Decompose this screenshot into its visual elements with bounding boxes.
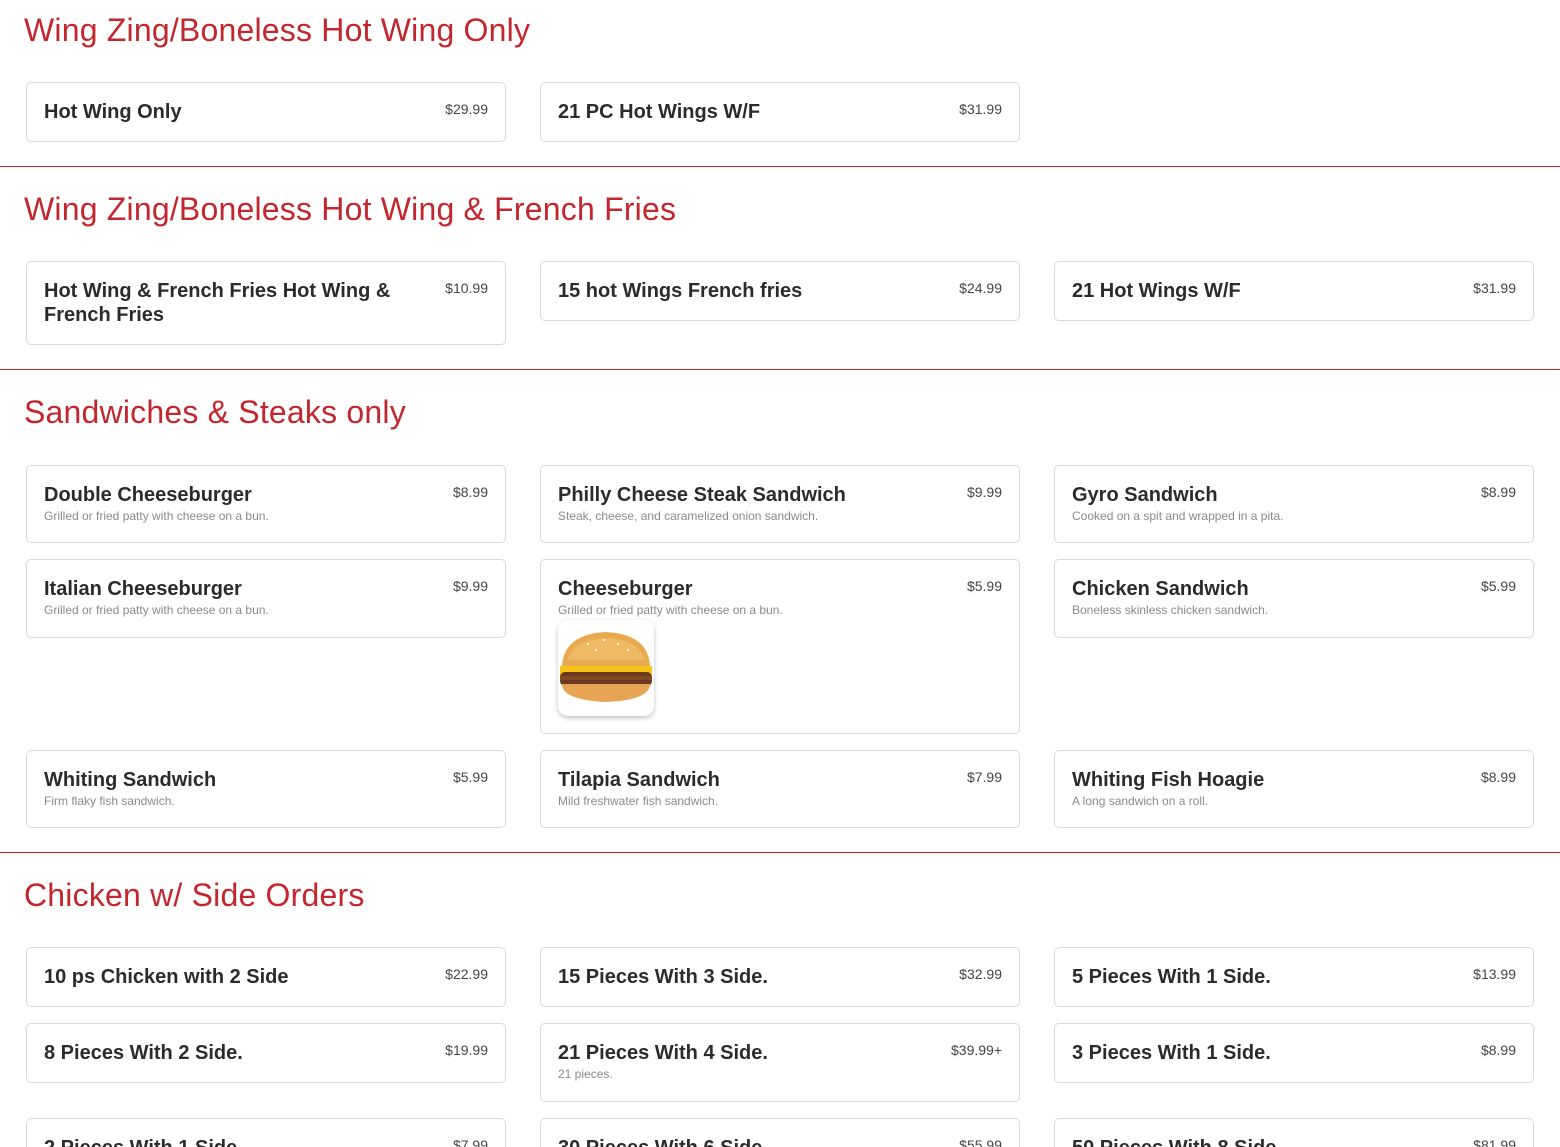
item-price: $5.99 [1480, 578, 1516, 594]
item-price: $7.99 [966, 769, 1002, 785]
item-name: Gyro Sandwich [1072, 484, 1218, 506]
item-name: Philly Cheese Steak Sandwich [558, 484, 846, 506]
item-description: Mild freshwater fish sandwich. [558, 794, 719, 808]
item-description: Grilled or fried patty with cheese on a … [44, 603, 269, 617]
item-description: Grilled or fried patty with cheese on a … [558, 603, 783, 617]
section-title: Wing Zing/Boneless Hot Wing & French Fri… [24, 191, 677, 227]
item-description: Cooked on a spit and wrapped in a pita. [1072, 509, 1284, 523]
item-price: $8.99 [452, 484, 488, 500]
menu-item-card[interactable]: 30 Pieces With 6 Side. $55.99 [540, 1118, 1020, 1147]
item-description: Boneless skinless chicken sandwich. [1072, 603, 1269, 617]
item-name: 21 PC Hot Wings W/F [558, 101, 761, 123]
item-name: 3 Pieces With 1 Side. [1072, 1042, 1271, 1064]
menu-item-card[interactable]: Tilapia Sandwich $7.99 Mild freshwater f… [540, 750, 1020, 828]
menu-item-card[interactable]: Gyro Sandwich $8.99 Cooked on a spit and… [1054, 465, 1534, 543]
item-name: 2 Pieces With 1 Side. [44, 1136, 439, 1147]
menu-item-card[interactable]: 50 Pieces With 8 Side. $81.99 [1054, 1118, 1534, 1147]
item-name: Whiting Fish Hoagie [1072, 769, 1265, 791]
menu-item-card[interactable]: 21 PC Hot Wings W/F $31.99 [540, 82, 1020, 142]
cheeseburger-photo [558, 620, 654, 716]
item-price: $13.99 [1473, 966, 1516, 982]
item-price: $22.99 [445, 966, 488, 982]
item-price: $10.99 [445, 280, 488, 296]
section-divider [0, 166, 1560, 167]
menu-item-card[interactable]: 10 ps Chicken with 2 Side $22.99 [26, 947, 506, 1007]
item-price: $8.99 [1480, 769, 1516, 785]
item-name: Cheeseburger [558, 578, 693, 600]
cheeseburger-image[interactable] [558, 620, 654, 716]
item-price: $81.99 [1473, 1137, 1516, 1147]
item-name: Tilapia Sandwich [558, 769, 720, 791]
menu-item-card[interactable]: Italian Cheeseburger $9.99 Grilled or fr… [26, 559, 506, 638]
item-name: Italian Cheeseburger [44, 578, 242, 600]
item-price: $7.99 [452, 1137, 488, 1147]
menu-item-card[interactable]: 15 hot Wings French fries $24.99 [540, 261, 1020, 321]
item-description: Steak, cheese, and caramelized onion san… [558, 509, 819, 523]
section-divider [0, 369, 1560, 370]
menu-item-card[interactable]: 21 Hot Wings W/F $31.99 [1054, 261, 1534, 321]
item-name: 21 Pieces With 4 Side. [558, 1042, 768, 1064]
menu-item-card[interactable]: Whiting Sandwich $5.99 Firm flaky fish s… [26, 750, 506, 828]
menu-item-card[interactable]: Philly Cheese Steak Sandwich $9.99 Steak… [540, 465, 1020, 543]
item-price: $8.99 [1480, 1042, 1516, 1058]
item-name: Whiting Sandwich [44, 769, 217, 791]
item-name: 8 Pieces With 2 Side. [44, 1042, 243, 1064]
menu-item-card[interactable]: Double Cheeseburger $8.99 Grilled or fri… [26, 465, 506, 543]
menu-item-card[interactable]: 3 Pieces With 1 Side. $8.99 [1054, 1023, 1534, 1083]
item-price: $31.99 [1473, 280, 1516, 296]
menu-item-card[interactable]: Hot Wing & French Fries Hot Wing & Frenc… [26, 261, 506, 345]
item-name: Chicken Sandwich [1072, 578, 1249, 600]
menu-item-card[interactable]: 2 Pieces With 1 Side. $7.99 [26, 1118, 506, 1147]
item-price: $5.99 [966, 578, 1002, 594]
section-title: Chicken w/ Side Orders [24, 877, 365, 913]
item-name: 10 ps Chicken with 2 Side [44, 966, 289, 988]
menu-item-card[interactable]: 8 Pieces With 2 Side. $19.99 [26, 1023, 506, 1083]
section-title: Sandwiches & Steaks only [24, 394, 406, 430]
item-price: $32.99 [959, 966, 1002, 982]
item-price: $9.99 [966, 484, 1002, 500]
item-name: 15 hot Wings French fries [558, 280, 803, 302]
item-price: $24.99 [959, 280, 1002, 296]
item-price: $39.99+ [951, 1042, 1002, 1058]
item-price: $19.99 [445, 1042, 488, 1058]
item-name: 50 Pieces With 8 Side. [1072, 1136, 1467, 1147]
menu-item-card[interactable]: 15 Pieces With 3 Side. $32.99 [540, 947, 1020, 1007]
menu-item-card[interactable]: 21 Pieces With 4 Side. $39.99+ 21 pieces… [540, 1023, 1020, 1102]
section-title: Wing Zing/Boneless Hot Wing Only [24, 12, 531, 48]
item-description: 21 pieces. [558, 1067, 613, 1081]
item-price: $31.99 [959, 101, 1002, 117]
item-price: $55.99 [959, 1137, 1002, 1147]
item-description: Grilled or fried patty with cheese on a … [44, 509, 269, 523]
item-name: 30 Pieces With 6 Side. [558, 1136, 953, 1147]
menu-item-card[interactable]: Cheeseburger $5.99 Grilled or fried patt… [540, 559, 1020, 734]
section-divider [0, 852, 1560, 853]
menu-item-card[interactable]: Hot Wing Only $29.99 [26, 82, 506, 142]
item-price: $8.99 [1480, 484, 1516, 500]
menu-item-card[interactable]: Whiting Fish Hoagie $8.99 A long sandwic… [1054, 750, 1534, 828]
item-name: Hot Wing Only [44, 101, 182, 123]
item-description: Firm flaky fish sandwich. [44, 794, 175, 808]
item-price: $29.99 [445, 101, 488, 117]
item-price: $9.99 [452, 578, 488, 594]
item-price: $5.99 [452, 769, 488, 785]
item-name: 21 Hot Wings W/F [1072, 280, 1241, 302]
item-name: 5 Pieces With 1 Side. [1072, 966, 1271, 988]
item-description: A long sandwich on a roll. [1072, 794, 1209, 808]
item-name: 15 Pieces With 3 Side. [558, 966, 768, 988]
menu-item-card[interactable]: Chicken Sandwich $5.99 Boneless skinless… [1054, 559, 1534, 638]
item-name: Double Cheeseburger [44, 484, 252, 506]
menu-item-card[interactable]: 5 Pieces With 1 Side. $13.99 [1054, 947, 1534, 1007]
item-name: Hot Wing & French Fries Hot Wing & Frenc… [44, 280, 391, 326]
